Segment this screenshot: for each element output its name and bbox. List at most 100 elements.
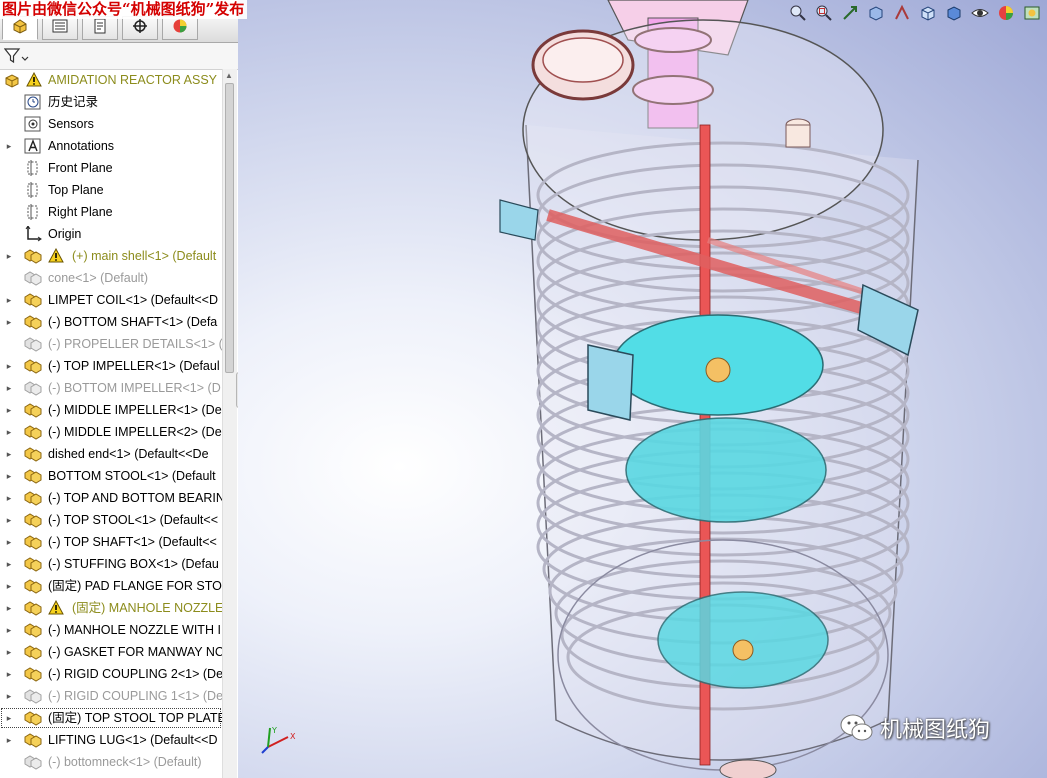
tree-item-label: (-) BOTTOM SHAFT<1> (Defa — [48, 315, 218, 329]
expand-arrow-icon[interactable]: ▸ — [4, 377, 14, 399]
tab-propertymanager[interactable] — [42, 16, 78, 40]
tree-item[interactable]: Right Plane — [0, 201, 222, 223]
tree-scrollbar[interactable]: ▲ — [222, 69, 237, 778]
part-icon — [24, 402, 42, 418]
tree-item[interactable]: Origin — [0, 223, 222, 245]
expand-arrow-icon[interactable]: ▸ — [4, 421, 14, 443]
tree-item[interactable]: ▸ (+) main shell<1> (Default — [0, 245, 222, 267]
tree-item-label: (-) RIGID COUPLING 2<1> (De — [48, 667, 222, 681]
tree-item-label: (-) TOP STOOL<1> (Default<< — [48, 513, 218, 527]
tree-item[interactable]: ▸ (-) RIGID COUPLING 2<1> (De — [0, 663, 222, 685]
tree-item[interactable]: ▸ LIMPET COIL<1> (Default<<D — [0, 289, 222, 311]
expand-arrow-icon[interactable]: ▸ — [4, 245, 14, 267]
part-icon — [24, 600, 42, 616]
tree-item[interactable]: ▸ (-) TOP IMPELLER<1> (Defaul — [0, 355, 222, 377]
tree-item[interactable]: 历史记录 — [0, 91, 222, 113]
part-icon — [24, 666, 42, 682]
tree-item-label: Front Plane — [48, 161, 113, 175]
plane-icon — [24, 204, 42, 220]
tree-item[interactable]: ▸ (固定) TOP STOOL TOP PLATE — [0, 707, 222, 729]
expand-arrow-icon[interactable]: ▸ — [4, 729, 14, 751]
tree-item-label: (-) TOP SHAFT<1> (Default<< — [48, 535, 217, 549]
tree-item-label: cone<1> (Default) — [48, 271, 149, 285]
expand-arrow-icon[interactable]: ▸ — [4, 597, 14, 619]
hide-show-icon[interactable] — [969, 3, 991, 23]
tree-item[interactable]: ▸ (固定) MANHOLE NOZZLE — [0, 597, 222, 619]
scroll-up-arrow-icon[interactable]: ▲ — [225, 71, 233, 80]
scrollbar-thumb[interactable] — [225, 83, 234, 373]
expand-arrow-icon[interactable]: ▸ — [4, 575, 14, 597]
tree-item-label: (-) GASKET FOR MANWAY NC — [48, 645, 222, 659]
tree-item-label: Right Plane — [48, 205, 113, 219]
expand-arrow-icon[interactable]: ▸ — [4, 663, 14, 685]
tree-item[interactable]: ▸ (-) BOTTOM SHAFT<1> (Defa — [0, 311, 222, 333]
tree-item[interactable]: ▸ LIFTING LUG<1> (Default<<D — [0, 729, 222, 751]
section-view-icon[interactable] — [865, 3, 887, 23]
part-suppressed-icon — [24, 270, 42, 286]
part-icon — [24, 732, 42, 748]
zoom-area-icon[interactable] — [813, 3, 835, 23]
expand-arrow-icon[interactable]: ▸ — [4, 289, 14, 311]
expand-arrow-icon[interactable]: ▸ — [4, 399, 14, 421]
feature-manager-panel: AMIDATION REACTOR ASSY 历史记录 Sensors ▸ Annota… — [0, 0, 239, 778]
dynamic-annotation-icon[interactable] — [891, 3, 913, 23]
expand-arrow-icon[interactable]: ▸ — [4, 355, 14, 377]
tree-item[interactable]: ▸ (-) RIGID COUPLING 1<1> (De — [0, 685, 222, 707]
tree-item[interactable]: ▸ dished end<1> (Default<<De — [0, 443, 222, 465]
tree-item[interactable]: ▸ (-) STUFFING BOX<1> (Defau — [0, 553, 222, 575]
expand-arrow-icon[interactable]: ▸ — [4, 619, 14, 641]
watermark-bottom-right: 机械图纸狗 — [840, 712, 990, 744]
tree-item[interactable]: ▸ (-) MIDDLE IMPELLER<1> (De — [0, 399, 222, 421]
apply-scene-icon[interactable] — [1021, 3, 1043, 23]
feature-tree-icon — [11, 18, 29, 39]
tree-item-label: Origin — [48, 227, 82, 241]
expand-arrow-icon[interactable]: ▸ — [4, 465, 14, 487]
tree-item[interactable]: ▸ (-) TOP AND BOTTOM BEARIN — [0, 487, 222, 509]
tree-item[interactable]: ▸ (-) TOP STOOL<1> (Default<< — [0, 509, 222, 531]
tree-item[interactable]: ▸ (-) MIDDLE IMPELLER<2> (De — [0, 421, 222, 443]
filter-icon[interactable] — [3, 47, 30, 70]
view-orientation-icon[interactable] — [917, 3, 939, 23]
expand-arrow-icon[interactable]: ▸ — [4, 487, 14, 509]
expand-arrow-icon[interactable]: ▸ — [4, 311, 14, 333]
tab-display[interactable] — [162, 16, 198, 40]
graphics-area[interactable]: X Y — [238, 0, 1047, 778]
tree-item[interactable]: Sensors — [0, 113, 222, 135]
tree-item[interactable]: Top Plane — [0, 179, 222, 201]
svg-text:Y: Y — [271, 726, 277, 735]
previous-view-icon[interactable] — [839, 3, 861, 23]
edit-appearance-icon[interactable] — [995, 3, 1017, 23]
expand-arrow-icon[interactable]: ▸ — [4, 707, 14, 729]
warning-icon — [26, 71, 42, 88]
expand-arrow-icon[interactable]: ▸ — [4, 531, 14, 553]
tree-item[interactable]: (-) bottomneck<1> (Default) — [0, 751, 222, 773]
tree-item[interactable]: ▸ BOTTOM STOOL<1> (Default — [0, 465, 222, 487]
zoom-to-fit-icon[interactable] — [787, 3, 809, 23]
tab-dimxpert[interactable] — [122, 16, 158, 40]
expand-arrow-icon[interactable]: ▸ — [4, 135, 14, 157]
tree-item[interactable]: ▸ (-) GASKET FOR MANWAY NC — [0, 641, 222, 663]
part-icon — [24, 314, 42, 330]
tree-root-assembly[interactable]: AMIDATION REACTOR ASSY — [0, 69, 222, 91]
tab-featuremanager[interactable] — [2, 16, 38, 40]
part-icon — [24, 578, 42, 594]
expand-arrow-icon[interactable]: ▸ — [4, 443, 14, 465]
expand-arrow-icon[interactable]: ▸ — [4, 509, 14, 531]
configuration-icon — [91, 18, 109, 39]
expand-arrow-icon[interactable]: ▸ — [4, 685, 14, 707]
tree-item[interactable]: ▸ (-) BOTTOM IMPELLER<1> (D — [0, 377, 222, 399]
tree-item[interactable]: ▸ (-) MANHOLE NOZZLE WITH I — [0, 619, 222, 641]
display-style-icon[interactable] — [943, 3, 965, 23]
warning-icon — [48, 247, 64, 264]
tree-item[interactable]: ▸ (-) TOP SHAFT<1> (Default<< — [0, 531, 222, 553]
tree-item[interactable]: cone<1> (Default) — [0, 267, 222, 289]
tree-item[interactable]: ▸ Annotations — [0, 135, 222, 157]
plane-icon — [24, 182, 42, 198]
tab-configurationmanager[interactable] — [82, 16, 118, 40]
tree-item[interactable]: ▸ (固定) PAD FLANGE FOR STOC — [0, 575, 222, 597]
expand-arrow-icon[interactable]: ▸ — [4, 553, 14, 575]
tree-item[interactable]: (-) PROPELLER DETAILS<1> (D — [0, 333, 222, 355]
part-icon — [24, 248, 42, 264]
expand-arrow-icon[interactable]: ▸ — [4, 641, 14, 663]
tree-item[interactable]: Front Plane — [0, 157, 222, 179]
